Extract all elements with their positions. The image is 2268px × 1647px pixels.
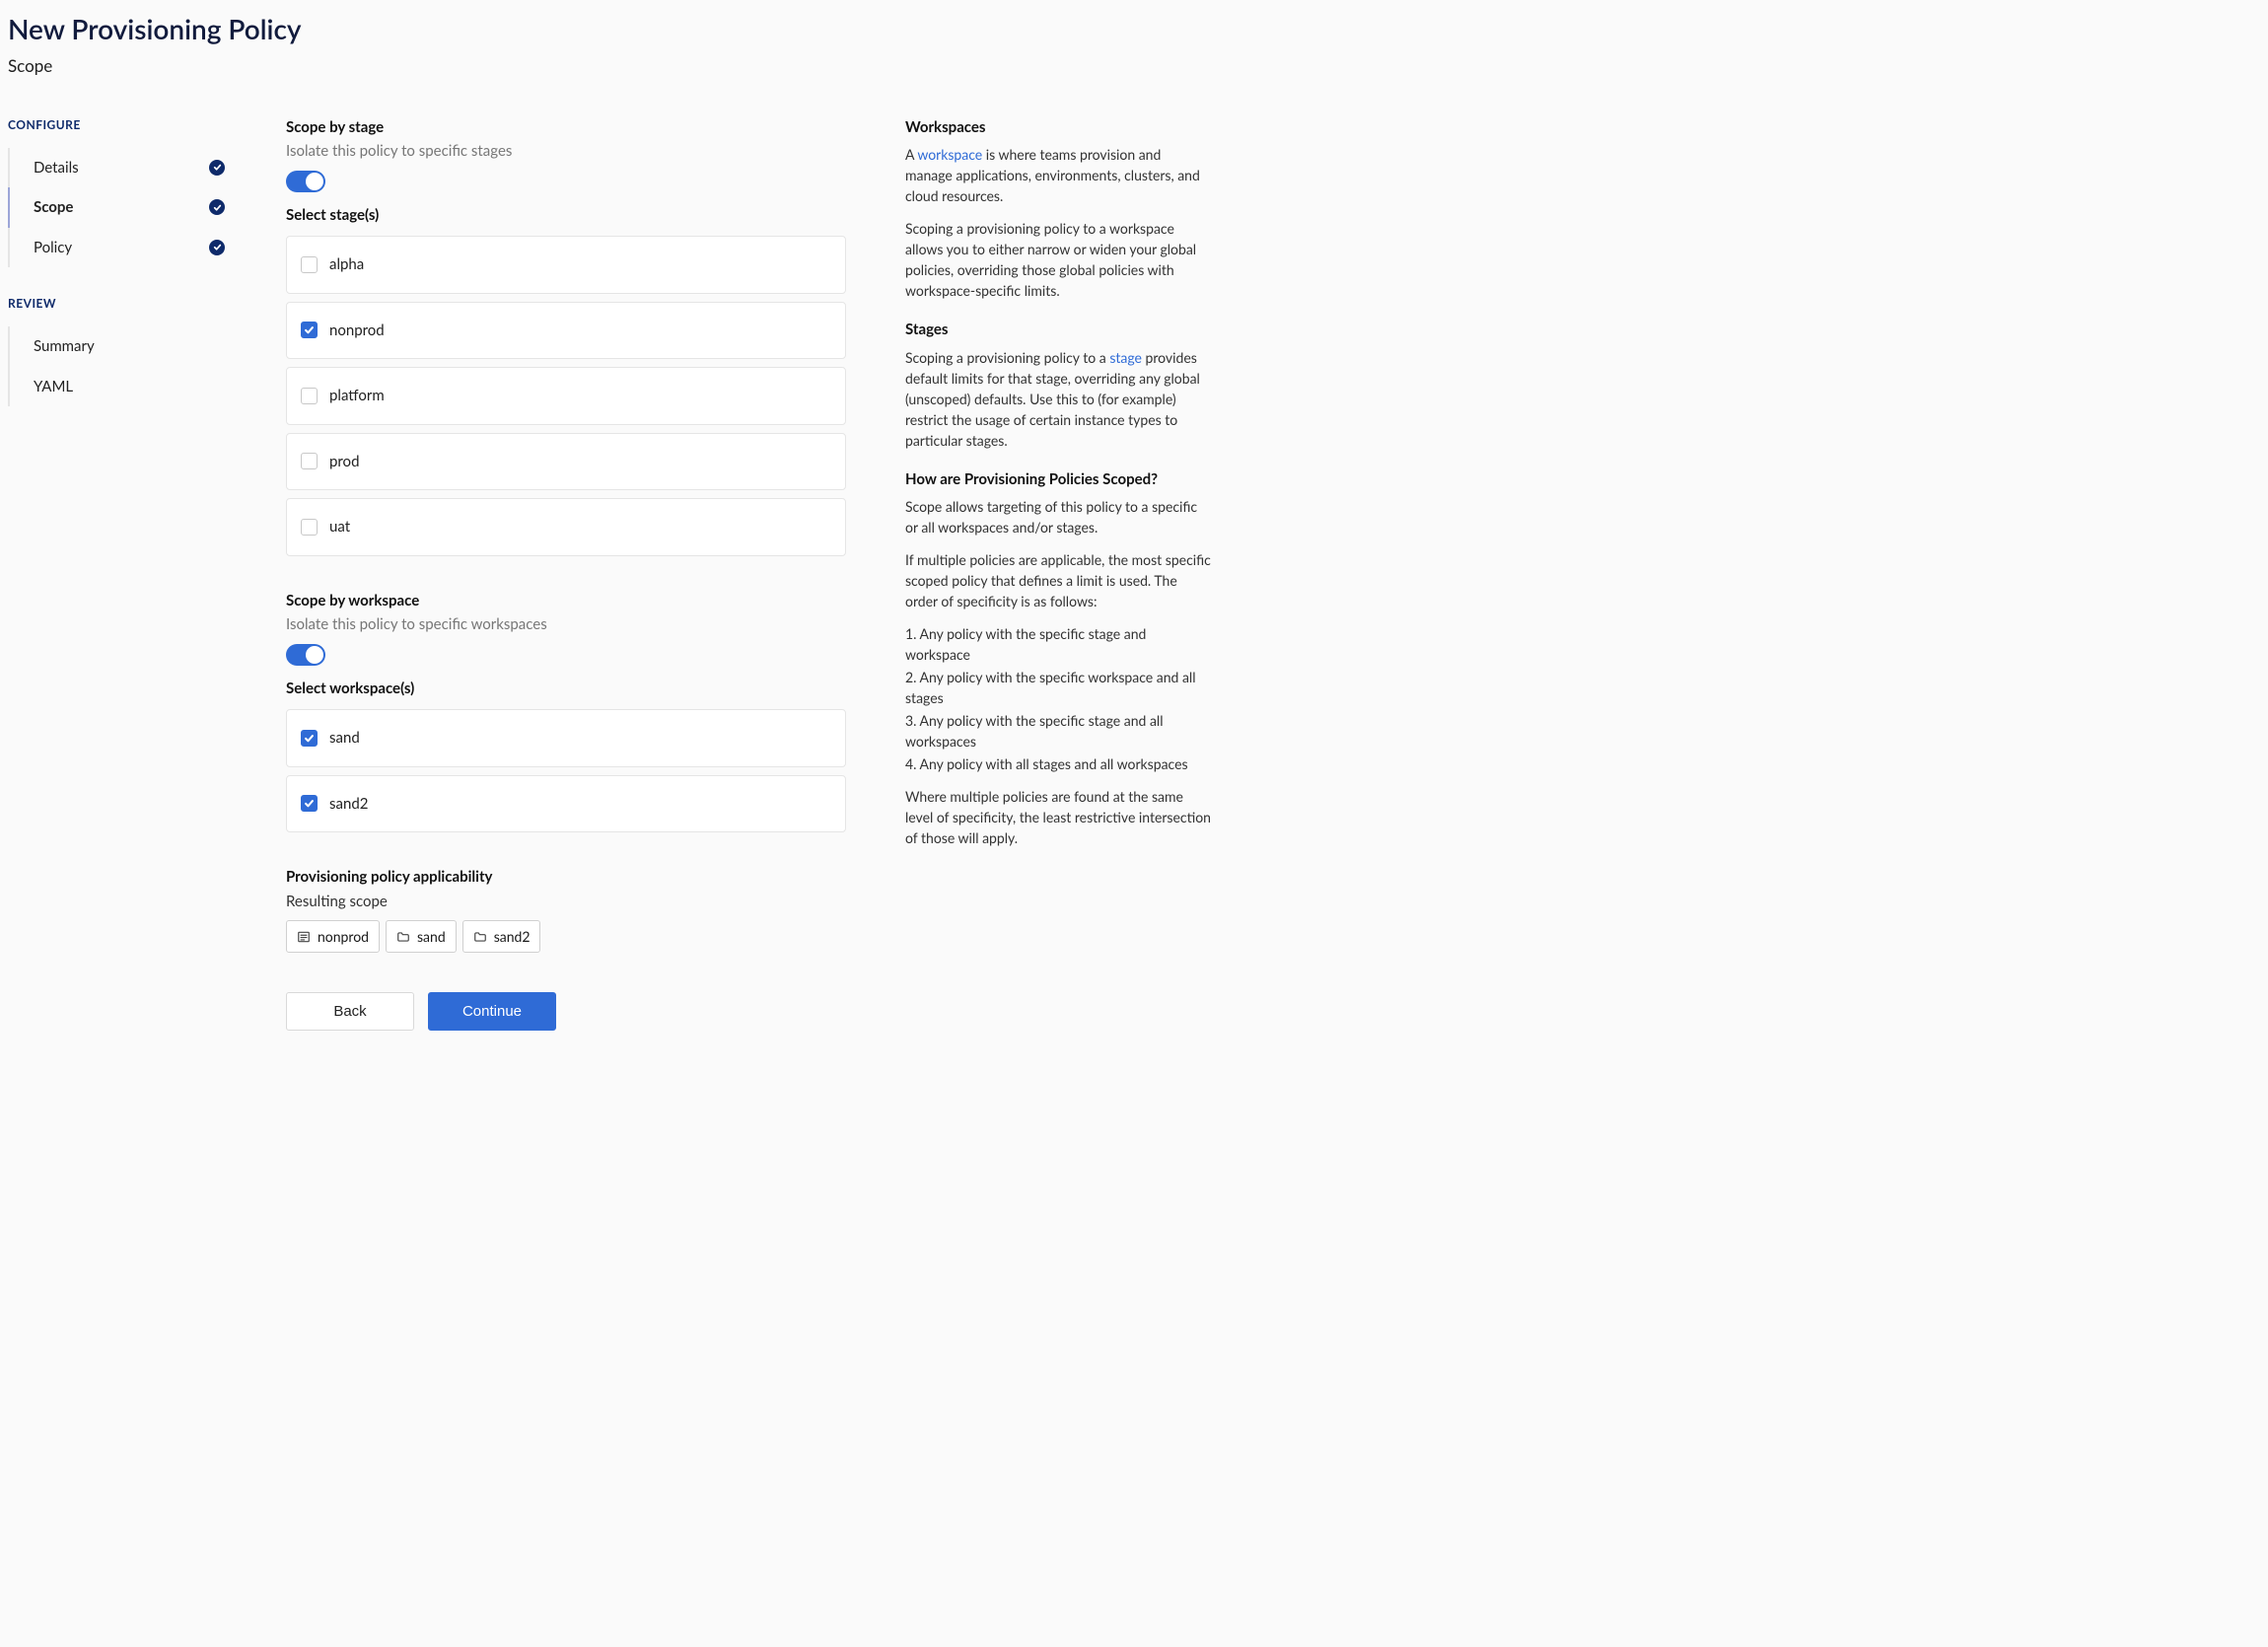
sidebar-section-label: REVIEW xyxy=(8,295,225,313)
scope-by-stage-desc: Isolate this policy to specific stages xyxy=(286,140,846,163)
sidebar-item-policy[interactable]: Policy xyxy=(8,228,225,268)
workspace-option-sand2[interactable]: sand2 xyxy=(286,775,846,833)
help-workspaces-heading: Workspaces xyxy=(905,116,1211,139)
help-text: A workspace is where teams provision and… xyxy=(905,144,1211,206)
option-label: platform xyxy=(329,385,385,407)
sidebar-item-scope[interactable]: Scope xyxy=(8,187,225,228)
stage-options-list: alpha nonprod platform prod uat xyxy=(286,236,846,556)
page-title: New Provisioning Policy xyxy=(8,8,2260,49)
option-label: nonprod xyxy=(329,320,385,342)
stage-option-alpha[interactable]: alpha xyxy=(286,236,846,294)
chip-label: sand xyxy=(417,926,446,947)
workspace-options-list: sand sand2 xyxy=(286,709,846,832)
scope-by-stage-toggle[interactable] xyxy=(286,171,325,192)
sidebar-item-label: Scope xyxy=(34,196,73,219)
scope-by-workspace-title: Scope by workspace xyxy=(286,590,846,612)
stage-option-platform[interactable]: platform xyxy=(286,367,846,425)
page-subtitle: Scope xyxy=(8,53,2260,79)
back-button[interactable]: Back xyxy=(286,992,414,1031)
workspace-option-sand[interactable]: sand xyxy=(286,709,846,767)
help-list-item: 2. Any policy with the specific workspac… xyxy=(905,667,1211,708)
resulting-scope-label: Resulting scope xyxy=(286,891,846,913)
checkbox-icon[interactable] xyxy=(301,256,318,273)
folder-icon xyxy=(473,930,487,944)
help-scoping-heading: How are Provisioning Policies Scoped? xyxy=(905,468,1211,491)
checkbox-icon[interactable] xyxy=(301,795,318,812)
scope-chip-sand: sand xyxy=(386,920,457,953)
stage-option-prod[interactable]: prod xyxy=(286,433,846,491)
wizard-sidebar: CONFIGURE Details Scope Policy REVIEW Summary… xyxy=(8,116,245,1032)
wizard-buttons: Back Continue xyxy=(286,992,846,1031)
checkbox-icon[interactable] xyxy=(301,453,318,469)
sidebar-item-details[interactable]: Details xyxy=(8,148,225,188)
main-content: Scope by stage Isolate this policy to sp… xyxy=(245,116,846,1032)
scope-chip-nonprod: nonprod xyxy=(286,920,380,953)
stage-link[interactable]: stage xyxy=(1109,349,1142,366)
scope-by-workspace-desc: Isolate this policy to specific workspac… xyxy=(286,613,846,636)
stage-option-uat[interactable]: uat xyxy=(286,498,846,556)
chip-label: nonprod xyxy=(318,926,369,947)
resulting-scope-chips: nonprod sand sand2 xyxy=(286,920,846,953)
help-specificity-list: 1. Any policy with the specific stage an… xyxy=(905,623,1211,774)
select-workspaces-label: Select workspace(s) xyxy=(286,678,846,700)
help-stages-heading: Stages xyxy=(905,319,1211,341)
option-label: sand xyxy=(329,727,360,750)
checkbox-icon[interactable] xyxy=(301,730,318,747)
check-complete-icon xyxy=(209,240,225,255)
help-text: Scoping a provisioning policy to a works… xyxy=(905,218,1211,301)
checkbox-icon[interactable] xyxy=(301,519,318,536)
workspace-link[interactable]: workspace xyxy=(917,146,982,163)
sidebar-item-label: Summary xyxy=(34,335,95,358)
scope-by-stage-title: Scope by stage xyxy=(286,116,846,139)
option-label: prod xyxy=(329,451,359,473)
applicability-title: Provisioning policy applicability xyxy=(286,866,846,889)
chip-label: sand2 xyxy=(494,926,531,947)
sidebar-item-label: Details xyxy=(34,157,79,179)
sidebar-item-summary[interactable]: Summary xyxy=(8,326,225,367)
stage-icon xyxy=(297,930,311,944)
option-label: alpha xyxy=(329,253,364,276)
sidebar-item-yaml[interactable]: YAML xyxy=(8,367,225,407)
help-text: Scope allows targeting of this policy to… xyxy=(905,496,1211,537)
sidebar-item-label: YAML xyxy=(34,376,73,398)
check-complete-icon xyxy=(209,160,225,176)
help-list-item: 1. Any policy with the specific stage an… xyxy=(905,623,1211,665)
select-stages-label: Select stage(s) xyxy=(286,204,846,227)
help-panel: Workspaces A workspace is where teams pr… xyxy=(905,116,1211,1032)
checkbox-icon[interactable] xyxy=(301,322,318,338)
help-text: Where multiple policies are found at the… xyxy=(905,786,1211,848)
sidebar-item-label: Policy xyxy=(34,237,72,259)
help-text: If multiple policies are applicable, the… xyxy=(905,549,1211,611)
check-complete-icon xyxy=(209,199,225,215)
help-text: Scoping a provisioning policy to a stage… xyxy=(905,347,1211,451)
continue-button[interactable]: Continue xyxy=(428,992,556,1031)
scope-by-workspace-toggle[interactable] xyxy=(286,644,325,666)
help-list-item: 4. Any policy with all stages and all wo… xyxy=(905,753,1211,774)
sidebar-section-label: CONFIGURE xyxy=(8,116,225,134)
stage-option-nonprod[interactable]: nonprod xyxy=(286,302,846,360)
help-list-item: 3. Any policy with the specific stage an… xyxy=(905,710,1211,752)
scope-chip-sand2: sand2 xyxy=(462,920,541,953)
option-label: uat xyxy=(329,516,350,538)
option-label: sand2 xyxy=(329,793,368,816)
checkbox-icon[interactable] xyxy=(301,388,318,404)
folder-icon xyxy=(396,930,410,944)
